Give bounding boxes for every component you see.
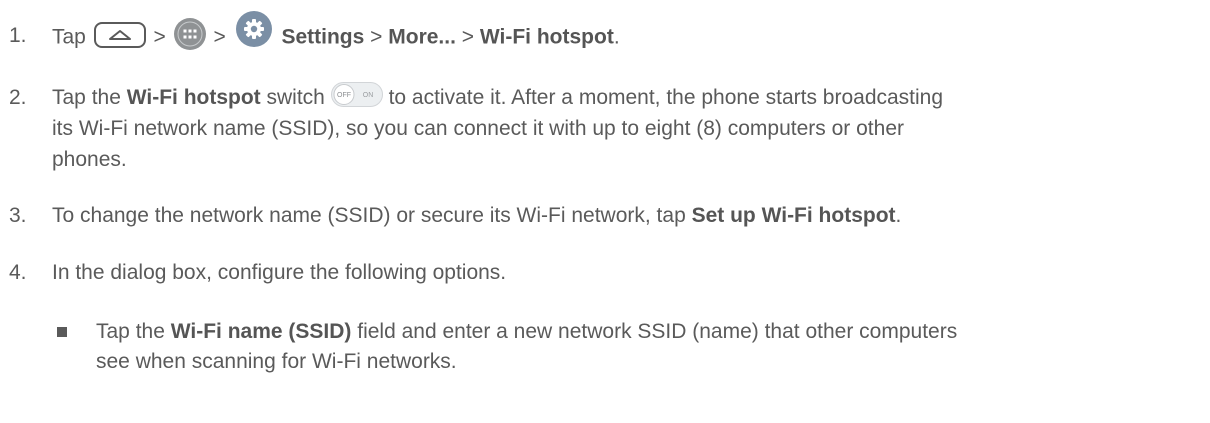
separator: > <box>213 25 226 49</box>
period: . <box>895 204 902 227</box>
step-number: 1. <box>9 24 27 47</box>
home-icon <box>93 22 146 48</box>
toggle-off-text: OFF <box>337 92 351 99</box>
apps-icon <box>173 18 206 50</box>
wifi-hotspot-label: Wi-Fi hotspot <box>126 86 261 109</box>
step-text: To change the network name (SSID) or sec… <box>52 200 901 231</box>
separator: > <box>153 25 166 49</box>
step-text-line: Tap the Wi-Fi hotspot switch OFF ON to a… <box>52 81 944 113</box>
step-number: 4. <box>9 261 27 284</box>
step-text-segment: field and enter a new network SSID (name… <box>357 320 958 343</box>
step-text-line: its Wi-Fi network name (SSID), so you ca… <box>52 117 904 140</box>
step-number: 3. <box>9 204 27 227</box>
step-text-segment: Tap the <box>52 86 121 109</box>
step-text-segment: To change the network name (SSID) or sec… <box>52 204 686 227</box>
toggle-on-text: ON <box>362 92 373 99</box>
step-text: In the dialog box, configure the followi… <box>52 261 507 284</box>
more-label: More... <box>388 25 456 49</box>
period: . <box>613 25 620 49</box>
step-text: Tap > > Settings > More... > Wi-Fi hotsp… <box>52 11 620 56</box>
settings-icon <box>235 11 272 47</box>
sub-bullet-text-line: see when scanning for Wi-Fi networks. <box>96 350 457 373</box>
toggle-switch-icon: OFF ON <box>330 81 383 107</box>
step-text-segment: to activate it. After a moment, the phon… <box>388 86 944 109</box>
wifi-hotspot-label: Wi-Fi hotspot <box>479 25 614 49</box>
step-text-line: phones. <box>52 148 127 171</box>
sub-bullet-text-line: Tap the Wi-Fi name (SSID) field and ente… <box>96 316 957 347</box>
set-up-wifi-hotspot-label: Set up Wi-Fi hotspot <box>691 204 896 227</box>
instructions-document: 1. Tap > > Settings > More... > Wi-Fi ho… <box>0 0 1210 423</box>
bullet-square-icon <box>57 327 67 337</box>
step-number: 2. <box>9 86 27 109</box>
step-text-segment: Tap the <box>96 320 165 343</box>
wifi-name-ssid-label: Wi-Fi name (SSID) <box>170 320 352 343</box>
separator: > <box>461 25 475 49</box>
step-text-segment: switch <box>266 86 325 109</box>
settings-label: Settings <box>281 25 365 49</box>
separator: > <box>370 25 383 49</box>
step-text-segment: Tap <box>52 25 86 49</box>
